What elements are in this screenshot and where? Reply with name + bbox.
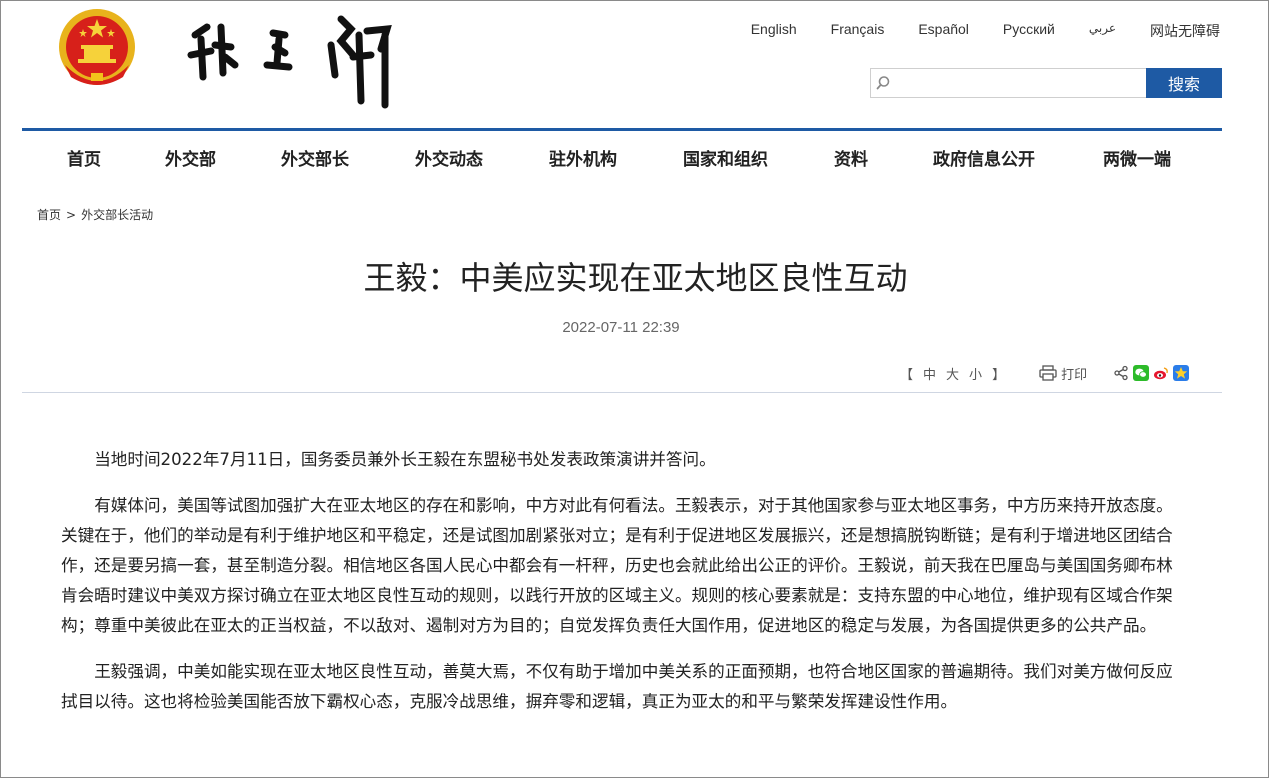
font-size-small[interactable]: 小 <box>969 368 984 383</box>
breadcrumb-section[interactable]: 外交部长活动 <box>81 208 153 222</box>
lang-english[interactable]: English <box>751 21 797 41</box>
qzone-icon[interactable] <box>1173 365 1190 381</box>
lang-russian[interactable]: Русский <box>1003 21 1055 41</box>
font-size-controls: 【中大小】 <box>896 364 1011 383</box>
print-button[interactable]: 打印 <box>1039 364 1087 383</box>
nav-item-gov-info[interactable]: 政府信息公开 <box>933 145 1035 170</box>
breadcrumb-home[interactable]: 首页 <box>37 208 61 222</box>
lang-arabic[interactable]: عربي <box>1089 21 1116 41</box>
breadcrumb: 首页 > 外交部长活动 <box>37 206 153 223</box>
font-size-large[interactable]: 中 <box>923 368 938 383</box>
wechat-icon[interactable] <box>1133 365 1150 381</box>
accessibility-link[interactable]: 网站无障碍 <box>1150 21 1220 41</box>
nav-item-diplomatic-news[interactable]: 外交动态 <box>415 145 483 170</box>
font-size-bracket-close: 】 <box>992 367 1008 383</box>
article-divider <box>22 392 1222 393</box>
nav-item-ministry[interactable]: 外交部 <box>165 145 216 170</box>
language-bar: English Français Español Русский عربي 网站… <box>717 21 1220 41</box>
lang-french[interactable]: Français <box>831 21 885 41</box>
share-icon[interactable] <box>1113 365 1129 381</box>
search-icon <box>871 69 895 97</box>
lang-spanish[interactable]: Español <box>918 21 969 41</box>
nav-item-countries-orgs[interactable]: 国家和组织 <box>683 145 768 170</box>
article-tools: 【中大小】 打印 <box>896 363 1190 383</box>
print-label: 打印 <box>1061 367 1088 383</box>
font-size-bracket-open: 【 <box>900 367 916 383</box>
article-body: 当地时间2022年7月11日，国务委员兼外长王毅在东盟秘书处发表政策演讲并答问。… <box>61 445 1183 733</box>
article-paragraph: 有媒体问，美国等试图加强扩大在亚太地区的存在和影响，中方对此有何看法。王毅表示，… <box>61 496 1173 635</box>
search-button[interactable]: 搜索 <box>1146 68 1222 98</box>
ministry-logo-calligraphy[interactable] <box>181 5 411 117</box>
nav-item-missions-abroad[interactable]: 驻外机构 <box>549 145 617 170</box>
nav-item-social-media[interactable]: 两微一端 <box>1103 145 1171 170</box>
weibo-icon[interactable] <box>1153 365 1170 381</box>
breadcrumb-separator: > <box>66 208 77 222</box>
font-size-medium[interactable]: 大 <box>946 368 961 383</box>
share-bar <box>1113 365 1190 381</box>
article-paragraph: 当地时间2022年7月11日，国务委员兼外长王毅在东盟秘书处发表政策演讲并答问。 <box>94 450 716 469</box>
search-input[interactable] <box>895 69 1146 97</box>
article-title: 王毅：中美应实现在亚太地区良性互动 <box>363 259 908 297</box>
main-nav: 首页 外交部 外交部长 外交动态 驻外机构 国家和组织 资料 政府信息公开 两微… <box>22 131 1222 181</box>
nav-item-minister[interactable]: 外交部长 <box>281 145 349 170</box>
printer-icon <box>1039 365 1057 381</box>
national-emblem-icon[interactable] <box>53 5 141 93</box>
nav-item-home[interactable]: 首页 <box>67 145 101 170</box>
article-paragraph: 王毅强调，中美如能实现在亚太地区良性互动，善莫大焉，不仅有助于增加中美关系的正面… <box>61 662 1173 711</box>
nav-item-resources[interactable]: 资料 <box>834 145 868 170</box>
search-box: 搜索 <box>870 68 1222 98</box>
article-date: 2022-07-11 22:39 <box>562 319 680 336</box>
